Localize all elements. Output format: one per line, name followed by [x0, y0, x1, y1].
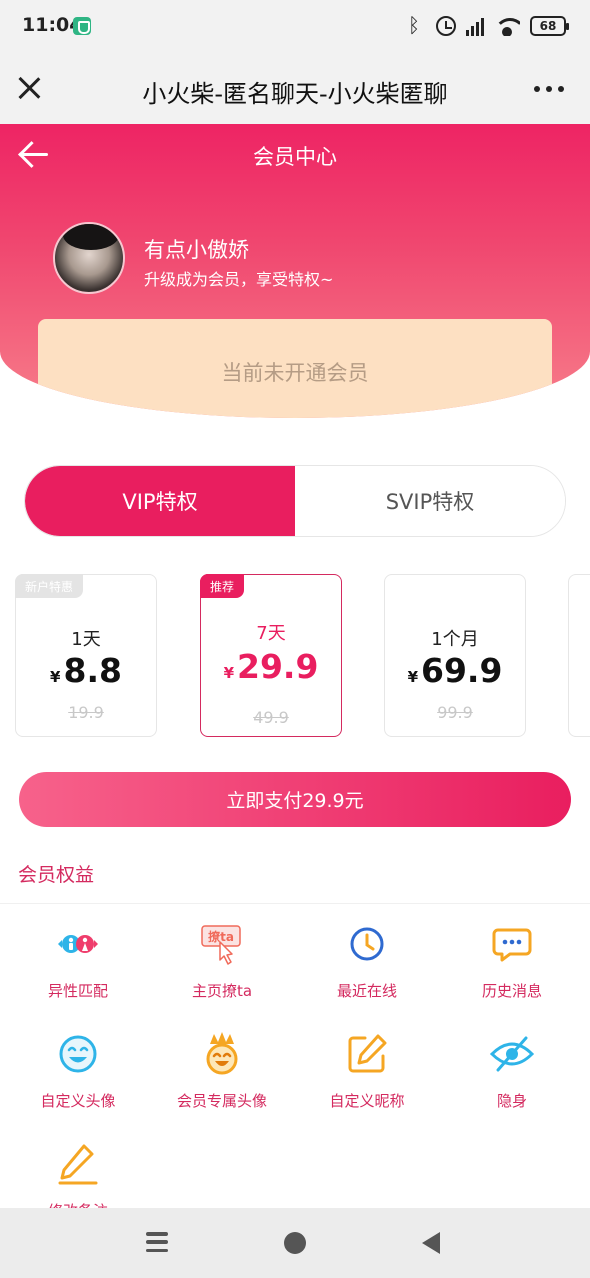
back-triangle-icon[interactable]	[422, 1232, 440, 1254]
tab-svip[interactable]: SVIP特权	[295, 466, 565, 536]
shield-icon	[73, 17, 91, 35]
title-bar: 小火柴-匿名聊天-小火柴匿聊	[0, 52, 590, 124]
wifi-icon	[494, 16, 520, 36]
system-nav-bar	[0, 1208, 590, 1278]
pay-button[interactable]: 立即支付29.9元	[19, 772, 571, 827]
benefit-label: 自定义头像	[40, 1092, 116, 1110]
benefit-label: 主页撩ta	[191, 982, 253, 1000]
benefit-recent-online[interactable]: 最近在线	[295, 920, 439, 1001]
plan-card[interactable]: 1个月 ¥69.9 99.9	[384, 574, 526, 737]
benefit-gender-match[interactable]: 异性匹配	[6, 920, 150, 1001]
benefit-label: 最近在线	[336, 982, 397, 1000]
plan-duration: 1个月	[431, 629, 479, 650]
benefit-label: 隐身	[496, 1092, 527, 1110]
plan-duration: 1天	[71, 629, 101, 650]
home-icon[interactable]	[284, 1232, 306, 1254]
plan-original-price: 49.9	[253, 708, 289, 727]
benefits-title: 会员权益	[18, 864, 95, 886]
privilege-tabs: VIP特权 SVIP特权	[24, 465, 566, 537]
vip-status-text: 当前未开通会员	[221, 361, 369, 385]
benefit-label: 会员专属头像	[176, 1092, 267, 1110]
benefit-label: 历史消息	[481, 982, 542, 1000]
benefit-label: 异性匹配	[47, 982, 108, 1000]
plan-amount: 8.8	[63, 651, 122, 690]
flirt-icon: 撩ta	[201, 925, 241, 965]
benefit-invisible[interactable]: 隐身	[440, 1030, 584, 1111]
benefit-custom-nickname[interactable]: 自定义昵称	[295, 1030, 439, 1111]
smiley-icon	[59, 1035, 97, 1073]
benefit-custom-avatar[interactable]: 自定义头像	[6, 1030, 150, 1111]
plan-original-price: 19.9	[68, 703, 104, 722]
divider	[0, 903, 590, 904]
header-title: 会员中心	[253, 145, 337, 169]
menu-icon[interactable]	[146, 1232, 168, 1252]
plan-currency: ¥	[50, 668, 61, 686]
plan-card-partial[interactable]	[568, 574, 590, 737]
tab-vip[interactable]: VIP特权	[25, 466, 295, 536]
eye-off-icon	[489, 1036, 535, 1072]
signal-icon	[466, 16, 484, 36]
member-header: 会员中心 有点小傲娇 升级成为会员，享受特权~ 当前未开通会员	[0, 124, 590, 418]
svg-text:撩ta: 撩ta	[208, 929, 234, 944]
crown-face-icon	[206, 1032, 238, 1075]
plan-card-selected[interactable]: 推荐 7天 ¥29.9 49.9	[200, 574, 342, 737]
user-subtitle: 升级成为会员，享受特权~	[144, 270, 334, 289]
plan-amount: 29.9	[237, 647, 319, 686]
plan-badge: 新户特惠	[15, 574, 84, 598]
pencil-icon	[58, 1144, 98, 1185]
plan-currency: ¥	[407, 668, 418, 686]
battery-level: 68	[539, 19, 557, 33]
status-icons: 68	[404, 13, 569, 38]
avatar	[53, 222, 125, 294]
plan-amount: 69.9	[421, 651, 503, 690]
plan-card[interactable]: 新户特惠 1天 ¥8.8 19.9	[15, 574, 157, 737]
plan-price: ¥69.9	[385, 651, 525, 690]
page-title: 小火柴-匿名聊天-小火柴匿聊	[142, 80, 448, 108]
plan-badge: 推荐	[200, 574, 245, 598]
plan-price: ¥29.9	[201, 647, 341, 686]
plan-duration: 7天	[256, 623, 286, 644]
battery-icon: 68	[530, 16, 569, 36]
plan-original-price: 99.9	[437, 703, 473, 722]
chat-history-icon	[492, 928, 532, 962]
alarm-icon	[436, 16, 456, 36]
bluetooth-icon	[404, 13, 426, 37]
vip-status-card: 当前未开通会员	[38, 319, 552, 418]
status-bar: 11:04 68	[0, 0, 590, 52]
benefit-chat-history[interactable]: 历史消息	[440, 920, 584, 1001]
benefit-flirt[interactable]: 撩ta 主页撩ta	[150, 920, 294, 1001]
plan-currency: ¥	[223, 664, 234, 682]
username: 有点小傲娇	[144, 238, 249, 262]
benefit-vip-avatar[interactable]: 会员专属头像	[150, 1030, 294, 1111]
clock-icon	[350, 927, 384, 961]
edit-square-icon	[348, 1034, 387, 1073]
gender-match-icon	[58, 935, 98, 953]
benefit-label: 自定义昵称	[329, 1092, 405, 1110]
plan-price: ¥8.8	[16, 651, 156, 690]
more-icon[interactable]	[534, 86, 564, 92]
